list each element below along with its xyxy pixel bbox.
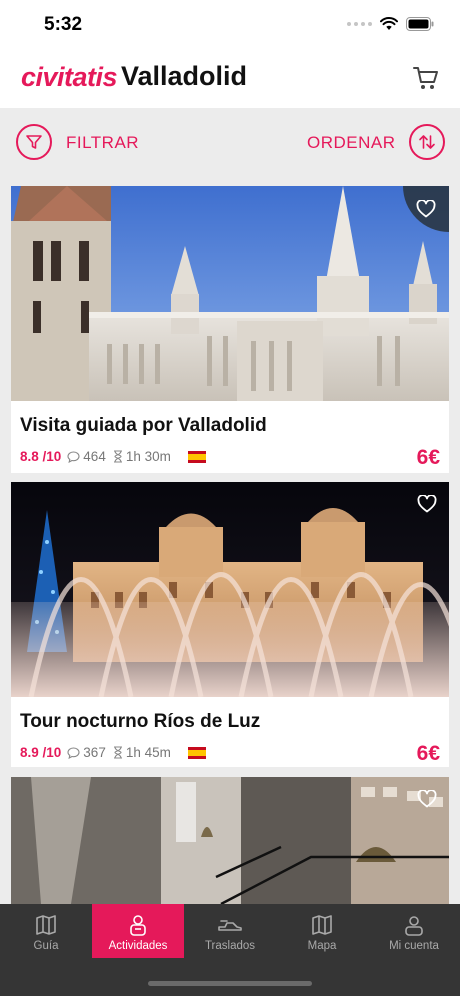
sort-arrows-icon <box>419 135 435 149</box>
activity-photo <box>11 482 449 697</box>
app-header: civitatis Valladolid <box>0 50 460 108</box>
map-icon <box>312 915 332 935</box>
activity-meta: 8.8 /10 464 1h 30m <box>20 449 206 464</box>
hourglass-icon <box>113 450 123 463</box>
status-bar: 5:32 <box>0 0 460 50</box>
heart-icon <box>417 495 437 513</box>
rating: 8.8 /10 <box>20 449 62 464</box>
battery-icon <box>406 17 434 31</box>
tab-label: Traslados <box>204 940 256 952</box>
tab-guia[interactable]: Guía <box>0 904 92 958</box>
tab-label: Actividades <box>108 940 168 952</box>
tab-label: Mi cuenta <box>389 940 439 952</box>
comment-icon <box>67 746 80 759</box>
comment-icon <box>67 450 80 463</box>
activity-card[interactable] <box>11 777 449 904</box>
filter-label[interactable]: FILTRAR <box>66 133 139 153</box>
status-icons <box>347 17 434 31</box>
spanish-flag-icon <box>187 746 206 759</box>
price: 6€ <box>416 742 440 765</box>
heart-icon <box>417 790 437 808</box>
status-time: 5:32 <box>44 14 83 35</box>
sort-label[interactable]: ORDENAR <box>307 133 396 153</box>
tab-actividades[interactable]: Actividades <box>92 904 184 958</box>
spanish-flag-icon <box>187 450 206 463</box>
duration: 1h 30m <box>125 449 171 464</box>
hourglass-icon <box>113 746 123 759</box>
signal-dots-icon <box>347 22 372 26</box>
filter-button[interactable] <box>16 124 52 160</box>
favorite-button[interactable] <box>405 777 449 821</box>
transfer-icon <box>218 920 242 931</box>
wifi-icon <box>380 17 398 30</box>
tab-mapa[interactable]: Mapa <box>276 904 368 958</box>
activity-photo <box>11 777 449 904</box>
account-icon <box>405 916 423 936</box>
activity-meta: 8.9 /10 367 1h 45m <box>20 745 206 760</box>
activity-title: Tour nocturno Ríos de Luz <box>20 711 261 732</box>
activity-card[interactable]: Tour nocturno Ríos de Luz 8.9 /10 367 1h… <box>11 482 449 767</box>
price: 6€ <box>416 446 440 469</box>
rating: 8.9 /10 <box>20 745 62 760</box>
page-title: Valladolid <box>121 61 248 91</box>
review-count: 464 <box>83 449 106 464</box>
activity-photo <box>11 186 449 401</box>
map-book-icon <box>36 915 56 935</box>
sort-button[interactable] <box>409 124 445 160</box>
activity-title: Visita guiada por Valladolid <box>20 415 267 436</box>
activity-card[interactable]: Visita guiada por Valladolid 8.8 /10 464… <box>11 186 449 473</box>
tab-mi-cuenta[interactable]: Mi cuenta <box>368 904 460 958</box>
home-indicator <box>148 981 312 986</box>
cart-icon[interactable] <box>412 64 440 92</box>
tab-traslados[interactable]: Traslados <box>184 904 276 958</box>
favorite-button[interactable] <box>405 482 449 526</box>
heart-icon <box>416 200 436 218</box>
review-count: 367 <box>83 745 106 760</box>
duration: 1h 45m <box>125 745 171 760</box>
tab-label: Guía <box>33 940 59 952</box>
civitatis-logo[interactable]: civitatis <box>21 62 118 93</box>
tab-label: Mapa <box>307 940 337 952</box>
activities-icon <box>130 915 146 936</box>
filter-sort-toolbar: FILTRAR ORDENAR <box>0 108 460 176</box>
filter-funnel-icon <box>26 135 42 149</box>
